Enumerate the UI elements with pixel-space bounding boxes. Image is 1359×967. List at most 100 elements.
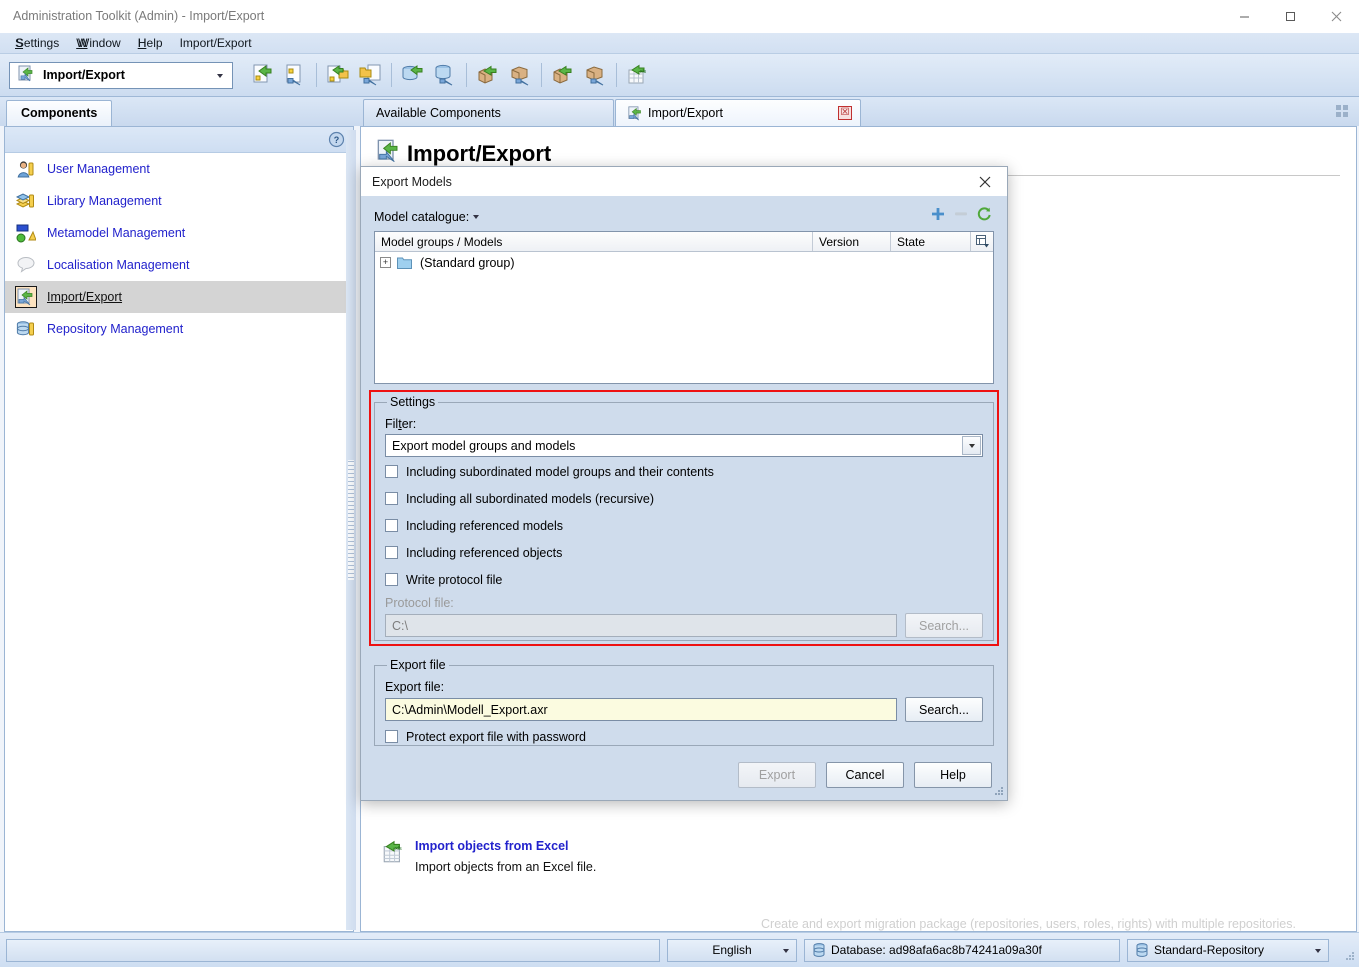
checkbox-all-subordinated-models[interactable]: Including all subordinated models (recur… (385, 486, 983, 511)
repository-label: Standard-Repository (1154, 943, 1265, 957)
checkbox-protect-export-file[interactable]: Protect export file with password (385, 724, 983, 749)
column-header-state[interactable]: State (891, 232, 971, 251)
sidebar-item-user-management[interactable]: User Management (5, 153, 353, 185)
menu-import-export[interactable]: Import/Export (174, 34, 263, 52)
panel-splitter[interactable] (346, 130, 356, 930)
sidebar-item-label: Localisation Management (47, 258, 190, 272)
model-catalogue-label: Model catalogue: (374, 210, 470, 224)
checkbox-referenced-objects[interactable]: Including referenced objects (385, 540, 983, 565)
table-cell-label: (Standard group) (420, 255, 515, 270)
export-database-button[interactable] (430, 60, 460, 90)
tab-available-components[interactable]: Available Components (363, 99, 614, 126)
sidebar-item-repository-management[interactable]: Repository Management (5, 313, 353, 345)
obscured-entry-text: Create and export migration package (rep… (761, 917, 1296, 931)
checkbox-input[interactable] (385, 492, 398, 505)
sidebar-item-import-export[interactable]: Import/Export (5, 281, 353, 313)
chevron-down-icon (217, 73, 223, 78)
checkbox-write-protocol-file[interactable]: Write protocol file (385, 567, 983, 592)
list-item-description: Import objects from an Excel file. (415, 860, 597, 874)
model-tree[interactable]: Model groups / Models Version State + (S… (374, 231, 994, 384)
export-package-button[interactable] (505, 60, 535, 90)
import-excel-button[interactable]: xls (623, 60, 653, 90)
export-search-button[interactable]: Search... (905, 697, 983, 722)
page-title-text: Import/Export (407, 141, 552, 166)
refresh-icon[interactable] (976, 206, 992, 225)
plus-icon[interactable] (930, 206, 946, 225)
column-header-models[interactable]: Model groups / Models (375, 232, 813, 251)
export-button[interactable]: Export (738, 762, 816, 788)
import-package-button[interactable] (473, 60, 503, 90)
cancel-button[interactable]: Cancel (826, 762, 904, 788)
checkbox-input[interactable] (385, 730, 398, 743)
checkbox-input[interactable] (385, 519, 398, 532)
column-chooser-icon[interactable] (971, 232, 993, 251)
maximize-button[interactable] (1267, 0, 1313, 33)
checkbox-input[interactable] (385, 546, 398, 559)
menu-settings-label: Settings (15, 36, 60, 50)
import-export-icon (377, 139, 401, 169)
help-icon[interactable]: ? (328, 131, 345, 148)
protocol-file-row: C:\ Search... (385, 613, 983, 638)
sidebar-item-metamodel-management[interactable]: Metamodel Management (5, 217, 353, 249)
list-item[interactable]: xls Import objects from Excel Import obj… (381, 839, 596, 874)
help-button[interactable]: Help (914, 762, 992, 788)
resize-grip[interactable] (1343, 951, 1355, 963)
expand-icon[interactable]: + (380, 257, 391, 268)
checkbox-label: Including referenced models (406, 518, 564, 533)
export-model-button[interactable] (280, 60, 310, 90)
list-item-link[interactable]: Import objects from Excel (415, 839, 596, 853)
menu-settings[interactable]: SSettings (9, 34, 70, 52)
resize-grip[interactable] (992, 786, 1004, 798)
checkbox-subordinated-groups[interactable]: Including subordinated model groups and … (385, 459, 983, 484)
import-model-button[interactable] (248, 60, 278, 90)
tab-components[interactable]: Components (6, 100, 113, 126)
chevron-down-icon[interactable] (962, 436, 981, 455)
database-status[interactable]: Database: ad98afa6ac8b74241a09a30f (804, 938, 1120, 962)
svg-text:xls: xls (640, 69, 647, 75)
table-row[interactable]: + (Standard group) (375, 252, 993, 273)
language-value: English (712, 943, 752, 957)
component-selector-combo[interactable]: Import/Export (9, 61, 233, 89)
settings-legend: Settings (390, 395, 436, 409)
export-migration-package-button[interactable] (580, 60, 610, 90)
toolbar: Import/Export xls (0, 54, 1359, 97)
chevron-down-icon[interactable] (473, 215, 480, 219)
close-button[interactable] (1313, 0, 1359, 33)
repository-selector[interactable]: Standard-Repository (1127, 938, 1329, 962)
minus-icon[interactable] (953, 206, 969, 225)
checkbox-input[interactable] (385, 573, 398, 586)
minimize-button[interactable] (1221, 0, 1267, 33)
column-header-version[interactable]: Version (813, 232, 891, 251)
sidebar-item-localisation-management[interactable]: Localisation Management (5, 249, 353, 281)
grid-view-icon[interactable] (1336, 105, 1349, 118)
checkbox-label: Including referenced objects (406, 545, 563, 560)
import-database-button[interactable] (398, 60, 428, 90)
protocol-file-label: Protocol file: (385, 596, 454, 610)
filter-label: Filter: (385, 417, 417, 431)
import-export-icon (18, 65, 35, 85)
import-model-group-button[interactable] (323, 60, 353, 90)
dialog-close-button[interactable] (963, 167, 1007, 196)
checkbox-label: Including all subordinated models (recur… (406, 491, 655, 506)
export-model-group-button[interactable] (355, 60, 385, 90)
filter-combo[interactable]: Export model groups and models (385, 434, 983, 457)
close-icon[interactable]: ☒ (838, 106, 852, 120)
tab-label: Available Components (376, 106, 501, 120)
settings-group: Settings Filter: Export model groups and… (369, 390, 999, 646)
menu-help[interactable]: HHelp (132, 34, 174, 52)
language-selector[interactable]: English (667, 938, 797, 962)
protocol-file-input[interactable]: C:\ (385, 614, 897, 637)
sidebar-item-library-management[interactable]: Library Management (5, 185, 353, 217)
checkbox-referenced-models[interactable]: Including referenced models (385, 513, 983, 538)
checkbox-input[interactable] (385, 465, 398, 478)
export-file-input[interactable]: C:\Admin\Modell_Export.axr (385, 698, 897, 721)
tab-import-export[interactable]: Import/Export ☒ (615, 99, 861, 126)
protocol-search-button[interactable]: Search... (905, 613, 983, 638)
checkbox-label: Including subordinated model groups and … (406, 464, 714, 479)
window-titlebar: Administration Toolkit (Admin) - Import/… (0, 0, 1359, 33)
import-export-icon (15, 286, 37, 308)
import-migration-package-button[interactable] (548, 60, 578, 90)
splitter-grip[interactable] (348, 460, 354, 580)
menu-window[interactable]: WWindow (70, 34, 132, 52)
database-icon (1136, 943, 1148, 957)
